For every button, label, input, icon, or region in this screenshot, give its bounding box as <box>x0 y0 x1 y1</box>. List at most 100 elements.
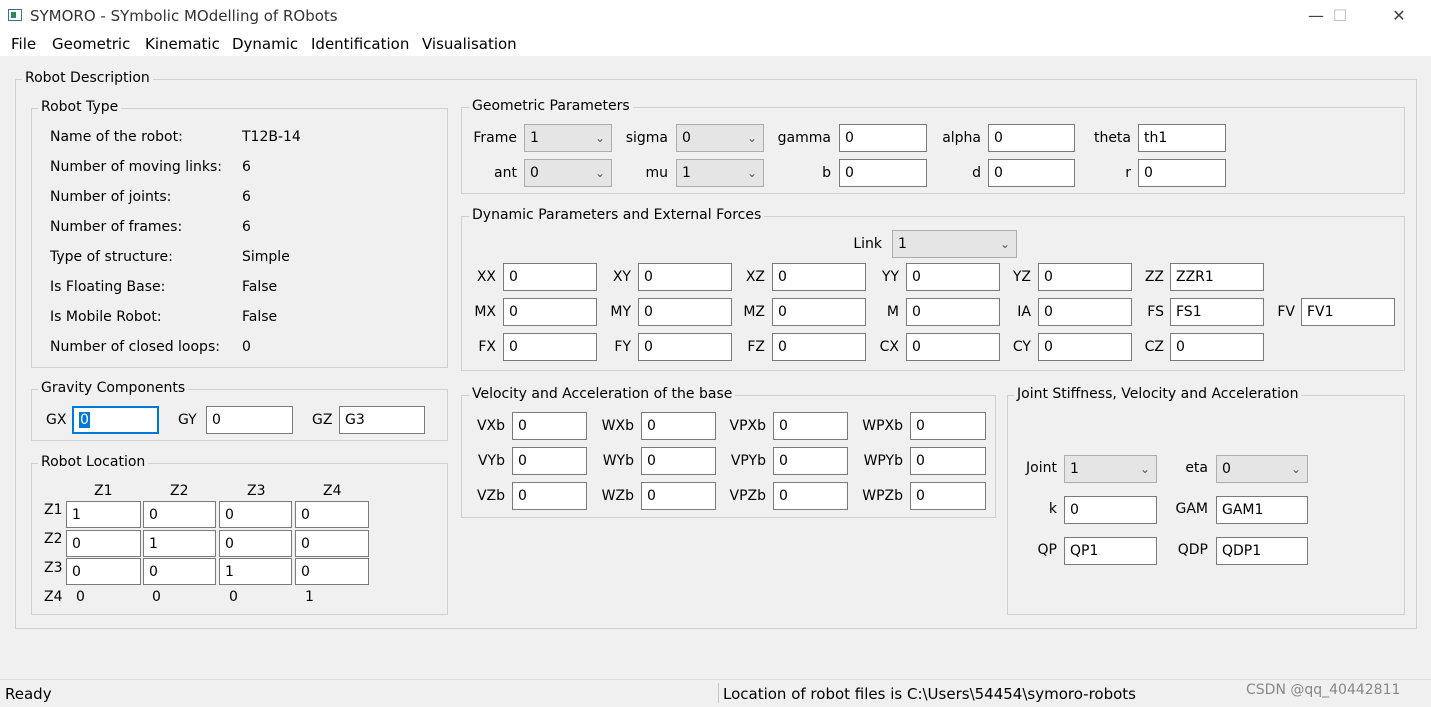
menu-dynamic[interactable]: Dynamic <box>232 35 298 53</box>
qp-label: QP <box>1037 542 1057 558</box>
d-input[interactable] <box>988 159 1075 187</box>
loc-cell[interactable] <box>219 501 292 528</box>
gz-input[interactable] <box>339 406 425 434</box>
ant-select[interactable]: 0 ⌄ <box>524 159 612 187</box>
vxb-input[interactable] <box>512 412 587 440</box>
yy-input[interactable] <box>906 263 1000 291</box>
cz-label: CZ <box>1144 339 1164 355</box>
close-button[interactable]: ✕ <box>1376 0 1422 32</box>
zz-input[interactable] <box>1170 263 1264 291</box>
zz-label: ZZ <box>1144 269 1164 285</box>
menu-kinematic[interactable]: Kinematic <box>145 35 220 53</box>
robot-description-title: Robot Description <box>22 70 153 86</box>
menu-geometric[interactable]: Geometric <box>52 35 130 53</box>
b-input[interactable] <box>839 159 927 187</box>
vpzb-label: VPZb <box>729 488 767 504</box>
mx-input[interactable] <box>503 298 597 326</box>
loc-cell[interactable] <box>143 530 216 557</box>
xx-input[interactable] <box>503 263 597 291</box>
vzb-input[interactable] <box>512 482 587 510</box>
xy-input[interactable] <box>638 263 732 291</box>
eta-select[interactable]: 0 ⌄ <box>1216 455 1308 483</box>
maximize-button[interactable]: ☐ <box>1317 0 1363 32</box>
vpxb-input[interactable] <box>773 412 848 440</box>
frame-select[interactable]: 1 ⌄ <box>524 124 612 152</box>
link-select[interactable]: 1 ⌄ <box>892 230 1017 258</box>
col-z3-header: Z3 <box>247 483 266 499</box>
vpzb-input[interactable] <box>773 482 848 510</box>
cz-input[interactable] <box>1170 333 1264 361</box>
gam-input[interactable] <box>1216 496 1308 524</box>
loc-cell[interactable] <box>66 530 141 557</box>
fy-input[interactable] <box>638 333 732 361</box>
mz-input[interactable] <box>772 298 866 326</box>
fs-label: FS <box>1147 304 1164 320</box>
joint-label: Joint <box>1026 460 1057 476</box>
k-label: k <box>1048 501 1057 517</box>
theta-label: theta <box>1093 130 1131 146</box>
fx-input[interactable] <box>503 333 597 361</box>
wxb-input[interactable] <box>641 412 716 440</box>
chevron-down-icon: ⌄ <box>746 131 757 145</box>
moving-links-label: Number of moving links: <box>50 159 222 175</box>
wpzb-input[interactable] <box>910 482 986 510</box>
qdp-input[interactable] <box>1216 537 1308 565</box>
gx-input[interactable]: 0 <box>72 406 159 434</box>
wpyb-input[interactable] <box>910 447 986 475</box>
wyb-input[interactable] <box>641 447 716 475</box>
loc-cell[interactable] <box>143 501 216 528</box>
m-input[interactable] <box>906 298 1000 326</box>
d-label: d <box>972 165 981 181</box>
alpha-input[interactable] <box>988 124 1075 152</box>
eta-value: 0 <box>1222 461 1231 477</box>
fs-input[interactable] <box>1170 298 1264 326</box>
loc-cell[interactable] <box>219 558 292 585</box>
cy-input[interactable] <box>1038 333 1132 361</box>
wpzb-label: WPZb <box>862 488 903 504</box>
row-z3-label: Z3 <box>44 560 63 576</box>
vyb-input[interactable] <box>512 447 587 475</box>
fv-input[interactable] <box>1301 298 1395 326</box>
gam-label: GAM <box>1175 501 1208 517</box>
chevron-down-icon: ⌄ <box>594 131 605 145</box>
xz-input[interactable] <box>772 263 866 291</box>
gy-input[interactable] <box>206 406 293 434</box>
geometric-title: Geometric Parameters <box>469 98 633 114</box>
theta-input[interactable] <box>1138 124 1226 152</box>
mu-value: 1 <box>682 165 691 181</box>
fz-input[interactable] <box>772 333 866 361</box>
ia-input[interactable] <box>1038 298 1132 326</box>
status-separator <box>718 683 719 703</box>
k-input[interactable] <box>1064 496 1157 524</box>
cx-input[interactable] <box>906 333 1000 361</box>
gamma-input[interactable] <box>839 124 927 152</box>
status-bar <box>0 679 1431 707</box>
link-label: Link <box>853 236 882 252</box>
menu-visualisation[interactable]: Visualisation <box>422 35 517 53</box>
joint-select[interactable]: 1 ⌄ <box>1064 455 1157 483</box>
yy-label: YY <box>881 269 899 285</box>
qp-input[interactable] <box>1064 537 1157 565</box>
my-input[interactable] <box>638 298 732 326</box>
yz-input[interactable] <box>1038 263 1132 291</box>
wzb-input[interactable] <box>641 482 716 510</box>
loc-cell[interactable] <box>66 558 141 585</box>
loc-static-value: 1 <box>305 589 314 605</box>
menu-identification[interactable]: Identification <box>311 35 409 53</box>
wpxb-input[interactable] <box>910 412 986 440</box>
loc-cell[interactable] <box>219 530 292 557</box>
loc-cell[interactable] <box>295 558 369 585</box>
r-input[interactable] <box>1138 159 1226 187</box>
loc-cell[interactable] <box>143 558 216 585</box>
loc-cell[interactable] <box>66 501 141 528</box>
vpyb-input[interactable] <box>773 447 848 475</box>
mu-select[interactable]: 1 ⌄ <box>676 159 764 187</box>
loc-cell[interactable] <box>295 530 369 557</box>
wpyb-label: WPYb <box>863 453 903 469</box>
velocity-title: Velocity and Acceleration of the base <box>469 386 736 402</box>
r-label: r <box>1125 165 1131 181</box>
menu-file[interactable]: File <box>11 35 36 53</box>
loc-cell[interactable] <box>295 501 369 528</box>
sigma-select[interactable]: 0 ⌄ <box>676 124 764 152</box>
robot-name-label: Name of the robot: <box>50 129 183 145</box>
